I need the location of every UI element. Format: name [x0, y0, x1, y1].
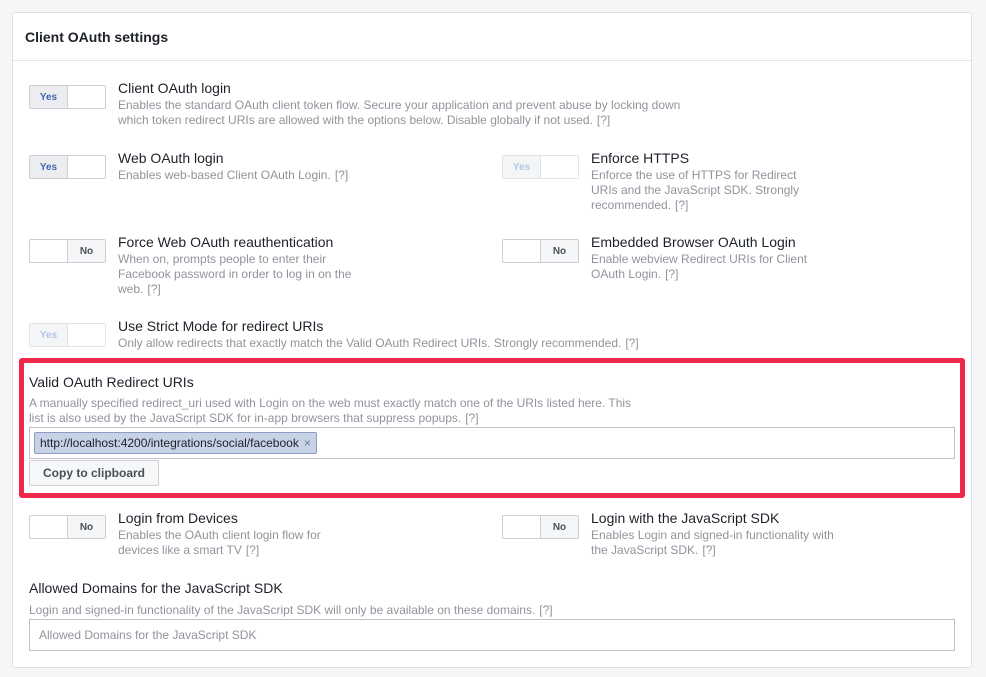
setting-title: Enforce HTTPS	[591, 150, 690, 166]
strict-mode-toggle[interactable]: Yes	[29, 323, 106, 347]
help-link[interactable]: [?]	[465, 411, 478, 425]
allowed-domains-title: Allowed Domains for the JavaScript SDK	[29, 580, 283, 596]
client-oauth-settings-panel: Client OAuth settings Yes Client OAuth l…	[12, 12, 972, 668]
setting-description: Only allow redirects that exactly match …	[118, 336, 639, 350]
allowed-domains-section: Allowed Domains for the JavaScript SDK L…	[29, 580, 929, 618]
setting-title: Web OAuth login	[118, 150, 224, 166]
setting-title: Login from Devices	[118, 510, 238, 526]
client-oauth-login-setting: Client OAuth login Enables the standard …	[118, 80, 698, 128]
panel-header: Client OAuth settings	[13, 13, 971, 61]
allowed-domains-description: Login and signed-in functionality of the…	[29, 603, 553, 617]
toggle-no: No	[540, 516, 578, 538]
enforce-https-toggle[interactable]: Yes	[502, 155, 579, 179]
help-link[interactable]: [?]	[702, 543, 715, 557]
embedded-browser-toggle[interactable]: No	[502, 239, 579, 263]
toggle-yes: Yes	[30, 324, 68, 346]
strict-mode-setting: Use Strict Mode for redirect URIs Only a…	[118, 318, 718, 351]
help-link[interactable]: [?]	[625, 336, 638, 350]
login-devices-setting: Login from Devices Enables the OAuth cli…	[118, 510, 358, 558]
redirect-uris-input[interactable]: http://localhost:4200/integrations/socia…	[29, 427, 955, 459]
redirect-uris-title: Valid OAuth Redirect URIs	[29, 374, 194, 390]
login-js-sdk-toggle[interactable]: No	[502, 515, 579, 539]
setting-title: Use Strict Mode for redirect URIs	[118, 318, 324, 334]
copy-to-clipboard-button[interactable]: Copy to clipboard	[29, 460, 159, 486]
help-link[interactable]: [?]	[539, 603, 552, 617]
web-oauth-login-toggle[interactable]: Yes	[29, 155, 106, 179]
embedded-browser-setting: Embedded Browser OAuth Login Enable webv…	[591, 234, 836, 282]
toggle-yes: Yes	[30, 86, 68, 108]
setting-description: When on, prompts people to enter their F…	[118, 252, 352, 296]
setting-description: Enables web-based Client OAuth Login. [?]	[118, 168, 349, 182]
force-reauth-toggle[interactable]: No	[29, 239, 106, 263]
setting-title: Embedded Browser OAuth Login	[591, 234, 796, 250]
login-js-sdk-setting: Login with the JavaScript SDK Enables Lo…	[591, 510, 836, 558]
toggle-no: No	[67, 240, 105, 262]
force-reauth-setting: Force Web OAuth reauthentication When on…	[118, 234, 363, 297]
setting-title: Login with the JavaScript SDK	[591, 510, 780, 526]
toggle-no: No	[540, 240, 578, 262]
enforce-https-setting: Enforce HTTPS Enforce the use of HTTPS f…	[591, 150, 826, 213]
allowed-domains-input[interactable]	[29, 619, 955, 651]
help-link[interactable]: [?]	[335, 168, 348, 182]
setting-description: Enables the OAuth client login flow for …	[118, 528, 321, 557]
help-link[interactable]: [?]	[675, 198, 688, 212]
uri-token-text: http://localhost:4200/integrations/socia…	[40, 436, 299, 450]
panel-title: Client OAuth settings	[25, 28, 169, 45]
redirect-uris-description: A manually specified redirect_uri used w…	[29, 396, 632, 425]
redirect-uris-section: Valid OAuth Redirect URIs A manually spe…	[29, 374, 639, 426]
web-oauth-login-setting: Web OAuth login Enables web-based Client…	[118, 150, 458, 183]
toggle-yes: Yes	[503, 156, 541, 178]
help-link[interactable]: [?]	[597, 113, 610, 127]
setting-description: Enables the standard OAuth client token …	[118, 98, 681, 127]
toggle-yes: Yes	[30, 156, 68, 178]
remove-token-icon[interactable]: ×	[304, 436, 311, 450]
setting-title: Client OAuth login	[118, 80, 231, 96]
toggle-no: No	[67, 516, 105, 538]
setting-description: Enables Login and signed-in functionalit…	[591, 528, 834, 557]
setting-description: Enforce the use of HTTPS for Redirect UR…	[591, 168, 800, 212]
login-devices-toggle[interactable]: No	[29, 515, 106, 539]
help-link[interactable]: [?]	[665, 267, 678, 281]
setting-title: Force Web OAuth reauthentication	[118, 234, 334, 250]
client-oauth-login-toggle[interactable]: Yes	[29, 85, 106, 109]
setting-description: Enable webview Redirect URIs for Client …	[591, 252, 808, 281]
uri-token: http://localhost:4200/integrations/socia…	[34, 432, 317, 454]
help-link[interactable]: [?]	[246, 543, 259, 557]
help-link[interactable]: [?]	[147, 282, 160, 296]
